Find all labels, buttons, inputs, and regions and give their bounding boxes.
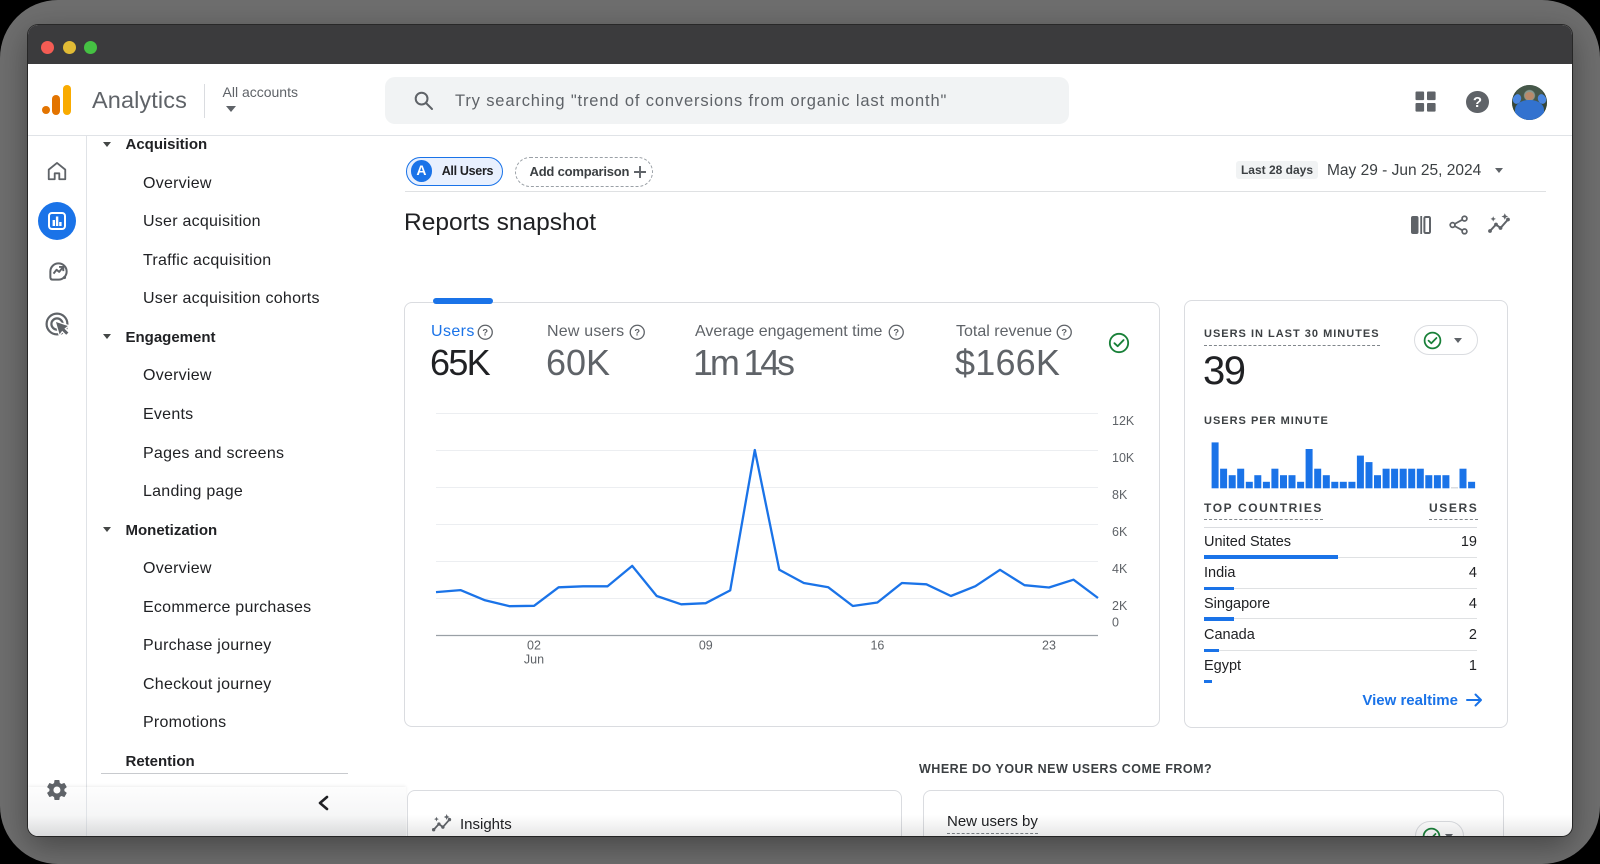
svg-text:09: 09 — [699, 639, 713, 653]
svg-text:?: ? — [893, 327, 899, 337]
svg-text:16: 16 — [870, 639, 884, 653]
svg-text:?: ? — [634, 327, 640, 337]
svg-text:4K: 4K — [1112, 562, 1128, 576]
svg-text:?: ? — [1061, 327, 1067, 337]
svg-text:23: 23 — [1042, 639, 1056, 653]
svg-text:?: ? — [482, 327, 488, 337]
svg-text:8K: 8K — [1112, 488, 1128, 502]
svg-text:0: 0 — [1112, 616, 1119, 630]
svg-text:02: 02 — [527, 639, 541, 653]
svg-text:12K: 12K — [1112, 414, 1135, 428]
svg-text:Jun: Jun — [524, 653, 544, 667]
svg-text:2K: 2K — [1112, 599, 1128, 613]
svg-text:6K: 6K — [1112, 525, 1128, 539]
svg-text:10K: 10K — [1112, 451, 1135, 465]
